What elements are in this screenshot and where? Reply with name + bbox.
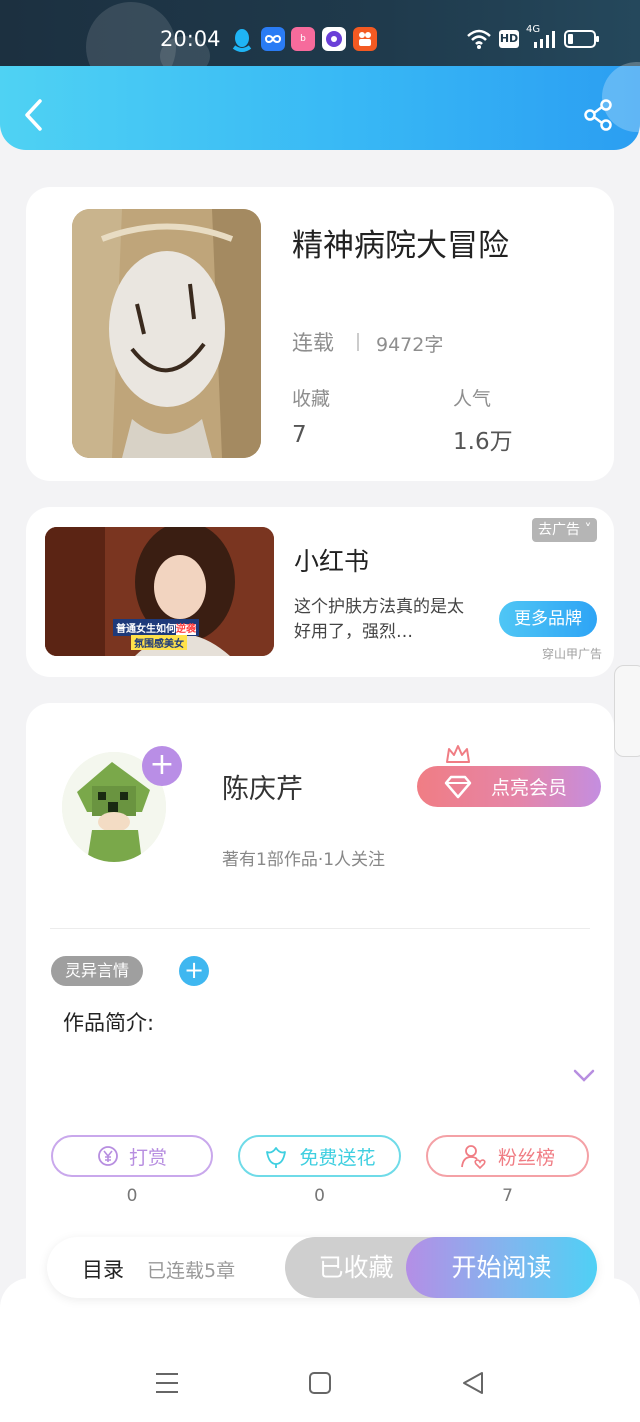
ad-source: 穿山甲广告 [542,647,603,661]
follow-author-button[interactable]: + [142,746,182,786]
more-brands-button[interactable]: 更多品牌 [499,601,597,637]
fans-rank-button[interactable]: 粉丝榜 [426,1135,589,1177]
infinity-app-icon [261,27,285,51]
bilibili-app-icon: b [291,27,315,51]
share-button[interactable] [582,98,616,132]
popularity-value: 1.6万 [453,429,513,455]
collected-label: 已收藏 [318,1253,394,1282]
popularity-label: 人气 [453,388,492,410]
author-name: 陈庆芹 [222,774,303,805]
section-divider [50,928,590,929]
mask-face-illustration [72,209,261,458]
author-stats: 著有1部作品·1人关注 [222,850,386,870]
fans-rank-label: 粉丝榜 [497,1146,555,1169]
tip-label: 打赏 [128,1146,167,1169]
divider [357,333,359,351]
ad-image[interactable]: 普通女生如何逆袭 氛围感美女 [45,527,274,656]
side-drawer-handle[interactable] [614,665,640,757]
remove-ad-button[interactable]: 去广告 ˅ [532,518,598,542]
flower-count: 0 [314,1186,325,1206]
music-app-icon [322,27,346,51]
expand-intro-button[interactable] [572,1068,596,1084]
book-cover[interactable] [72,209,261,458]
home-nav-icon[interactable] [308,1371,332,1395]
send-flower-button[interactable]: 免费送花 [238,1135,401,1177]
kuaishou-app-icon [353,27,377,51]
intro-label: 作品简介: [63,1011,155,1035]
tip-button[interactable]: 打赏 [51,1135,213,1177]
ad-caption-text: 普通女生如何 [116,624,176,635]
qq-icon [232,29,252,52]
word-count: 9472字 [376,334,444,356]
tip-count: 0 [126,1186,138,1206]
ad-caption-highlight: 逆袭 [176,624,196,635]
hd-badge: HD [499,30,519,48]
back-nav-icon[interactable] [460,1370,486,1396]
ad-caption: 普通女生如何逆袭 [113,619,199,636]
favorites-label: 收藏 [292,388,331,410]
header-bar [0,62,640,150]
status-bar: 20:04 b HD 4G [0,0,640,92]
bottom-sheet [0,1278,640,1422]
ad-description: 这个护肤方法真的是太好用了，强烈… [294,597,464,642]
ad-brand: 小红书 [294,547,370,576]
menu-nav-icon[interactable] [155,1371,179,1395]
ad-caption-sub: 氛围感美女 [131,635,187,650]
flower-icon [266,1147,287,1168]
send-flower-label: 免费送花 [299,1146,376,1169]
back-button[interactable] [22,98,46,132]
chevron-down-icon: ˅ [580,522,592,538]
vip-button-label: 点亮会员 [491,777,568,799]
favorites-value: 7 [292,422,307,448]
status-time: 20:04 [160,27,221,51]
crown-icon [446,745,470,763]
start-reading-button[interactable]: 开始阅读 [406,1237,597,1298]
book-status: 连载 [292,331,334,355]
fans-count: 7 [502,1186,513,1206]
fans-icon [461,1145,486,1169]
remove-ad-label: 去广告 [538,522,580,538]
diamond-icon [444,775,472,798]
chapter-count: 已连载5章 [147,1260,236,1282]
add-tag-button[interactable]: + [179,956,209,986]
battery-icon [564,30,599,48]
genre-tag[interactable]: 灵异言情 [51,956,144,986]
catalog-button[interactable]: 目录 [82,1254,124,1284]
vip-button[interactable]: 点亮会员 [417,766,601,807]
signal-icon [534,31,555,48]
book-title: 精神病院大冒险 [292,228,509,264]
wifi-icon [467,29,491,49]
yen-icon [98,1146,118,1166]
